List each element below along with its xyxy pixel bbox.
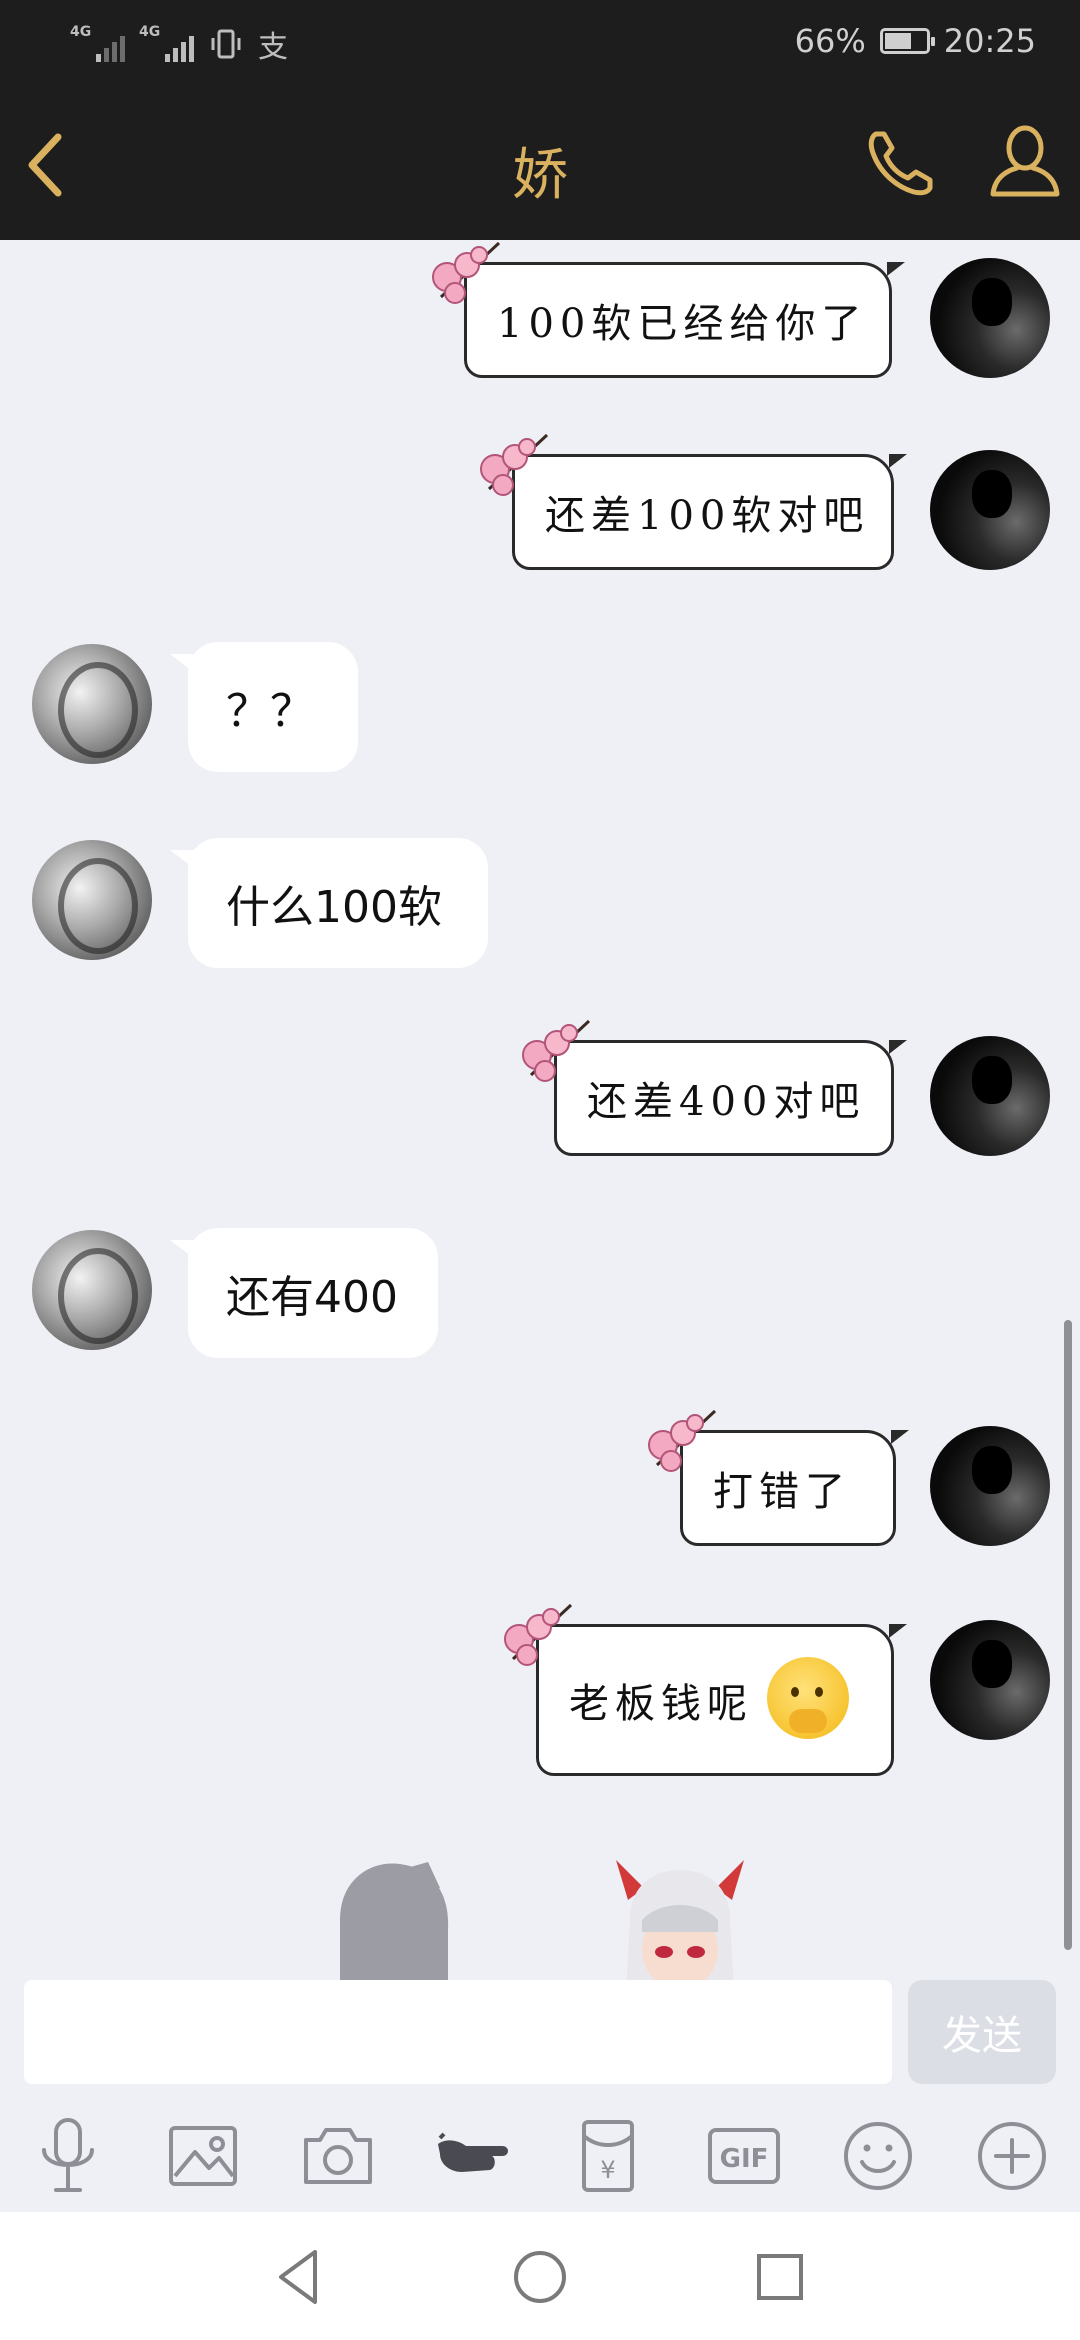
blossom-decoration-icon xyxy=(504,1603,573,1666)
red-packet-icon[interactable]: ¥ xyxy=(568,2116,648,2196)
contact-avatar[interactable] xyxy=(32,1230,152,1350)
gif-label: GIF xyxy=(720,2144,769,2174)
demon-character-sticker xyxy=(616,1860,744,1980)
plus-icon[interactable] xyxy=(972,2116,1052,2196)
blossom-decoration-icon xyxy=(480,433,549,496)
message-input[interactable] xyxy=(24,1980,892,2084)
my-avatar[interactable] xyxy=(930,1620,1050,1740)
image-icon[interactable] xyxy=(163,2116,243,2196)
battery-percent: 66% xyxy=(794,22,866,60)
blossom-decoration-icon xyxy=(648,1409,717,1472)
message-text: 还差400对吧 xyxy=(587,1079,866,1125)
outgoing-message-bubble[interactable]: 打错了 xyxy=(648,1409,909,1546)
message-text: 打错了 xyxy=(713,1469,851,1515)
gif-icon[interactable]: GIF xyxy=(704,2116,784,2196)
my-avatar[interactable] xyxy=(930,450,1050,570)
incoming-message-bubble[interactable]: 什么100软 xyxy=(170,838,488,968)
my-avatar[interactable] xyxy=(930,1426,1050,1546)
status-bar: 4G 4G 支 66% 20:25 xyxy=(0,0,1080,90)
signal-2-label: 4G xyxy=(139,24,161,40)
system-navigation-bar xyxy=(0,2212,1080,2340)
incoming-message-bubble[interactable]: 还有400 xyxy=(170,1228,438,1358)
message-text: 还差100软对吧 xyxy=(545,493,870,539)
clock: 20:25 xyxy=(943,22,1036,60)
vibrate-icon xyxy=(211,29,241,59)
composer-bar: 发送 xyxy=(0,1980,1080,2092)
home-circle-icon[interactable] xyxy=(505,2242,575,2312)
back-triangle-icon[interactable] xyxy=(265,2242,335,2312)
message-text: ？？ xyxy=(226,686,314,737)
chat-header: 娇 xyxy=(0,90,1080,240)
signal-strength-icon: 4G xyxy=(70,24,125,62)
contact-avatar[interactable] xyxy=(32,644,152,764)
my-avatar[interactable] xyxy=(930,1036,1050,1156)
emoji-icon[interactable] xyxy=(838,2116,918,2196)
thinking-face-icon xyxy=(767,1657,849,1739)
outgoing-message-bubble[interactable]: 还差100软对吧 xyxy=(480,433,907,570)
contact-profile-icon[interactable] xyxy=(985,120,1065,200)
status-right: 66% 20:25 xyxy=(795,22,1036,60)
blossom-decoration-icon xyxy=(522,1019,591,1082)
incoming-message-bubble[interactable]: ？？ xyxy=(170,642,358,772)
my-avatar[interactable] xyxy=(930,258,1050,378)
recents-square-icon[interactable] xyxy=(745,2242,815,2312)
alipay-icon: 支 xyxy=(258,30,288,65)
outgoing-message-bubble[interactable]: 还差400对吧 xyxy=(522,1019,907,1156)
send-button[interactable]: 发送 xyxy=(908,1980,1056,2084)
status-indicators: 4G 4G 支 xyxy=(70,22,288,66)
outgoing-message-bubble[interactable]: 老板钱呢 xyxy=(504,1603,907,1776)
blossom-decoration-icon xyxy=(432,241,501,304)
message-list[interactable]: 100软已经给你了 还差100软对吧 ？？ 什么100软 还差400对吧 还有4… xyxy=(0,240,1080,1980)
message-text: 还有400 xyxy=(226,1272,398,1323)
microphone-icon[interactable] xyxy=(28,2116,108,2196)
composer-toolbar: ¥ GIF xyxy=(0,2092,1080,2212)
message-text: 100软已经给你了 xyxy=(497,301,868,347)
message-text: 老板钱呢 xyxy=(569,1681,753,1727)
poke-hand-icon[interactable] xyxy=(432,2116,512,2196)
battery-icon xyxy=(879,28,935,54)
outgoing-message-bubble[interactable]: 100软已经给你了 xyxy=(432,241,905,378)
phone-call-icon[interactable] xyxy=(862,122,942,202)
red-packet-symbol: ¥ xyxy=(600,2156,615,2184)
signal-1-label: 4G xyxy=(70,24,92,40)
scrollbar[interactable] xyxy=(1064,1320,1072,1950)
camera-icon[interactable] xyxy=(298,2116,378,2196)
contact-avatar[interactable] xyxy=(32,840,152,960)
signal-strength-icon: 4G xyxy=(139,24,194,62)
silhouette-sticker xyxy=(340,1862,449,1980)
message-text: 什么100软 xyxy=(226,882,442,933)
